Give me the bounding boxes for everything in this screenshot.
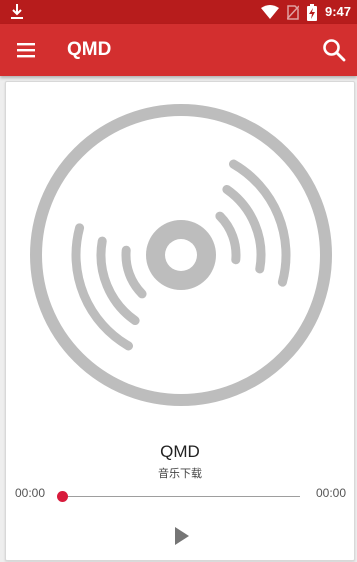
play-icon[interactable]	[169, 524, 193, 548]
current-time: 00:00	[15, 486, 46, 500]
total-time: 00:00	[315, 486, 346, 500]
disc-groove	[121, 245, 147, 299]
track-subtitle: 音乐下载	[158, 467, 202, 480]
app-bar: QMD	[0, 24, 357, 76]
search-icon[interactable]	[321, 37, 347, 63]
player-card: QMD 音乐下载 00:00 00:00	[5, 81, 355, 561]
seek-bar[interactable]	[57, 491, 300, 503]
status-time: 9:47	[324, 4, 351, 19]
seek-thumb[interactable]	[57, 491, 68, 502]
wifi-icon	[260, 5, 279, 19]
vinyl-disc-icon	[30, 104, 332, 406]
no-sim-icon	[286, 4, 299, 20]
track-title: QMD	[160, 442, 200, 461]
disc-groove	[215, 211, 241, 265]
hamburger-menu-icon[interactable]	[14, 38, 38, 62]
app-title: QMD	[67, 39, 112, 60]
seek-track	[58, 496, 300, 497]
battery-charging-icon	[306, 3, 317, 21]
status-bar: 9:47	[0, 0, 357, 24]
download-icon	[11, 4, 23, 19]
